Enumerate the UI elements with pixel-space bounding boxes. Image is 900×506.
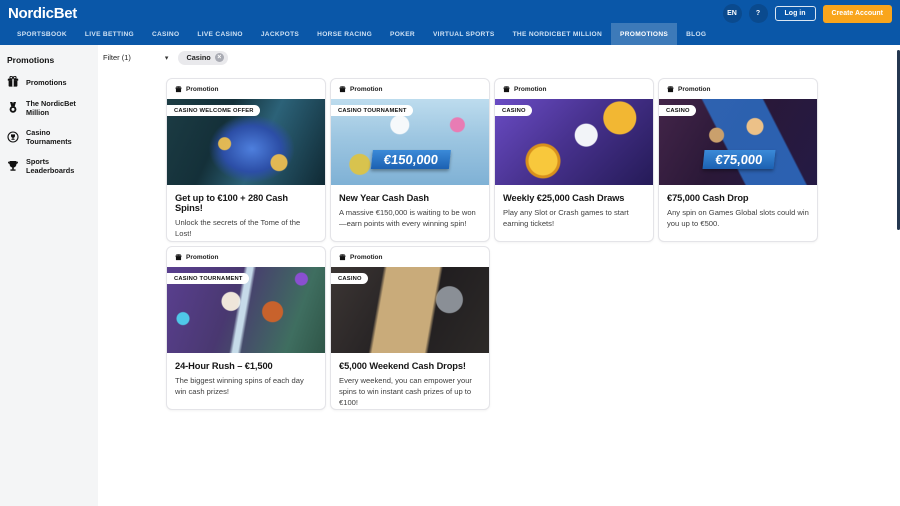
sidebar-item-promotions[interactable]: Promotions (7, 76, 91, 88)
promo-title: €75,000 Cash Drop (659, 185, 817, 203)
promo-card-24-hour-rush[interactable]: Promotion CASINO TOURNAMENT 24-Hour Rush… (166, 246, 326, 410)
login-button[interactable]: Log in (775, 6, 816, 21)
promotion-grid: Promotion CASINO WELCOME OFFER Get up to… (166, 78, 822, 410)
tournament-icon (7, 131, 19, 143)
promo-image-cash-drop: CASINO €75,000 (659, 99, 818, 185)
gift-icon (7, 76, 19, 88)
prize-ribbon: €75,000 (703, 150, 776, 169)
promo-badge: CASINO TOURNAMENT (167, 273, 249, 284)
nav-the-nordicbet-million[interactable]: THE NORDICBET MILLION (504, 23, 611, 45)
sidebar-item-label: Sports Leaderboards (26, 157, 91, 175)
gift-icon (503, 86, 510, 93)
promo-badge: CASINO (495, 105, 532, 116)
nav-jackpots[interactable]: JACKPOTS (252, 23, 308, 45)
card-tag-label: Promotion (678, 86, 711, 93)
promo-image-rush: CASINO TOURNAMENT (167, 267, 326, 353)
nav-casino[interactable]: CASINO (143, 23, 188, 45)
create-account-button[interactable]: Create Account (823, 5, 892, 23)
sidebar-item-label: The NordicBet Million (26, 99, 91, 117)
trophy-icon (7, 160, 19, 172)
prize-ribbon: €150,000 (371, 150, 451, 169)
promo-description: Every weekend, you can empower your spin… (331, 371, 489, 408)
card-tag-label: Promotion (514, 86, 547, 93)
nav-sportsbook[interactable]: SPORTSBOOK (8, 23, 76, 45)
promo-badge: CASINO WELCOME OFFER (167, 105, 260, 116)
filter-row: Filter (1) ▾ Casino × (98, 45, 900, 65)
language-selector[interactable]: EN (723, 4, 742, 23)
card-tag: Promotion (659, 79, 817, 99)
gift-icon (339, 254, 346, 261)
card-tag: Promotion (167, 79, 325, 99)
promo-badge: CASINO (331, 273, 368, 284)
promo-title: Weekly €25,000 Cash Draws (495, 185, 653, 203)
promo-description: Play any Slot or Crash games to start ea… (495, 203, 653, 229)
filter-dropdown[interactable]: Filter (1) ▾ (103, 53, 168, 62)
gift-icon (667, 86, 674, 93)
top-header: NordicBet EN ? Log in Create Account SPO… (0, 0, 900, 45)
promo-title: Get up to €100 + 280 Cash Spins! (167, 185, 325, 213)
nav-blog[interactable]: BLOG (677, 23, 715, 45)
card-tag-label: Promotion (350, 86, 383, 93)
nav-virtual-sports[interactable]: VIRTUAL SPORTS (424, 23, 504, 45)
promo-card-new-year-cash-dash[interactable]: Promotion CASINO TOURNAMENT €150,000 New… (330, 78, 490, 242)
promotions-sidebar: Promotions Promotions The NordicBet Mill… (0, 45, 98, 506)
gift-icon (339, 86, 346, 93)
filter-chip-casino[interactable]: Casino × (178, 51, 227, 65)
nav-poker[interactable]: POKER (381, 23, 424, 45)
card-tag: Promotion (331, 247, 489, 267)
card-tag: Promotion (167, 247, 325, 267)
sidebar-item-nordicbet-million[interactable]: The NordicBet Million (7, 99, 91, 117)
promo-image-robot: CASINO (495, 99, 654, 185)
promo-title: New Year Cash Dash (331, 185, 489, 203)
promo-badge: CASINO TOURNAMENT (331, 105, 413, 116)
nav-promotions[interactable]: PROMOTIONS (611, 23, 677, 45)
card-tag: Promotion (331, 79, 489, 99)
filter-label: Filter (1) (103, 53, 131, 62)
promo-card-cash-drop[interactable]: Promotion CASINO €75,000 €75,000 Cash Dr… (658, 78, 818, 242)
gift-icon (175, 254, 182, 261)
card-tag: Promotion (495, 79, 653, 99)
promo-image-kraken: CASINO WELCOME OFFER (167, 99, 326, 185)
card-tag-label: Promotion (186, 254, 219, 261)
header-actions: EN ? Log in Create Account (723, 4, 892, 23)
chevron-down-icon: ▾ (165, 54, 169, 62)
promo-card-weekend-cash-drops[interactable]: Promotion CASINO €5,000 Weekend Cash Dro… (330, 246, 490, 410)
chip-label: Casino (186, 53, 210, 62)
promo-card-weekly-cash-draws[interactable]: Promotion CASINO Weekly €25,000 Cash Dra… (494, 78, 654, 242)
sidebar-item-sports-leaderboards[interactable]: Sports Leaderboards (7, 157, 91, 175)
promo-image-map: CASINO (331, 267, 490, 353)
nav-horse-racing[interactable]: HORSE RACING (308, 23, 381, 45)
sidebar-title: Promotions (7, 55, 91, 65)
promo-title: 24-Hour Rush – €1,500 (167, 353, 325, 371)
chip-close-icon[interactable]: × (215, 53, 224, 62)
sidebar-item-label: Promotions (26, 78, 67, 87)
main-content: Filter (1) ▾ Casino × Promotion CASINO W… (98, 45, 900, 506)
main-nav: SPORTSBOOK LIVE BETTING CASINO LIVE CASI… (0, 23, 900, 45)
nav-live-betting[interactable]: LIVE BETTING (76, 23, 143, 45)
page: NordicBet EN ? Log in Create Account SPO… (0, 0, 900, 506)
sidebar-item-casino-tournaments[interactable]: Casino Tournaments (7, 128, 91, 146)
card-tag-label: Promotion (186, 86, 219, 93)
medal-icon (7, 102, 19, 114)
promo-description: Unlock the secrets of the Tome of the Lo… (167, 213, 325, 239)
nav-live-casino[interactable]: LIVE CASINO (188, 23, 251, 45)
promo-image-new-year: CASINO TOURNAMENT €150,000 (331, 99, 490, 185)
promo-badge: CASINO (659, 105, 696, 116)
promo-card-welcome-offer[interactable]: Promotion CASINO WELCOME OFFER Get up to… (166, 78, 326, 242)
promo-description: The biggest winning spins of each day wi… (167, 371, 325, 397)
nordicbet-logo[interactable]: NordicBet (8, 5, 77, 22)
card-tag-label: Promotion (350, 254, 383, 261)
gift-icon (175, 86, 182, 93)
promo-description: Any spin on Games Global slots could win… (659, 203, 817, 229)
help-icon[interactable]: ? (749, 4, 768, 23)
promo-description: A massive €150,000 is waiting to be won—… (331, 203, 489, 229)
top-bar: NordicBet EN ? Log in Create Account (0, 0, 900, 23)
sidebar-item-label: Casino Tournaments (26, 128, 91, 146)
promo-title: €5,000 Weekend Cash Drops! (331, 353, 489, 371)
